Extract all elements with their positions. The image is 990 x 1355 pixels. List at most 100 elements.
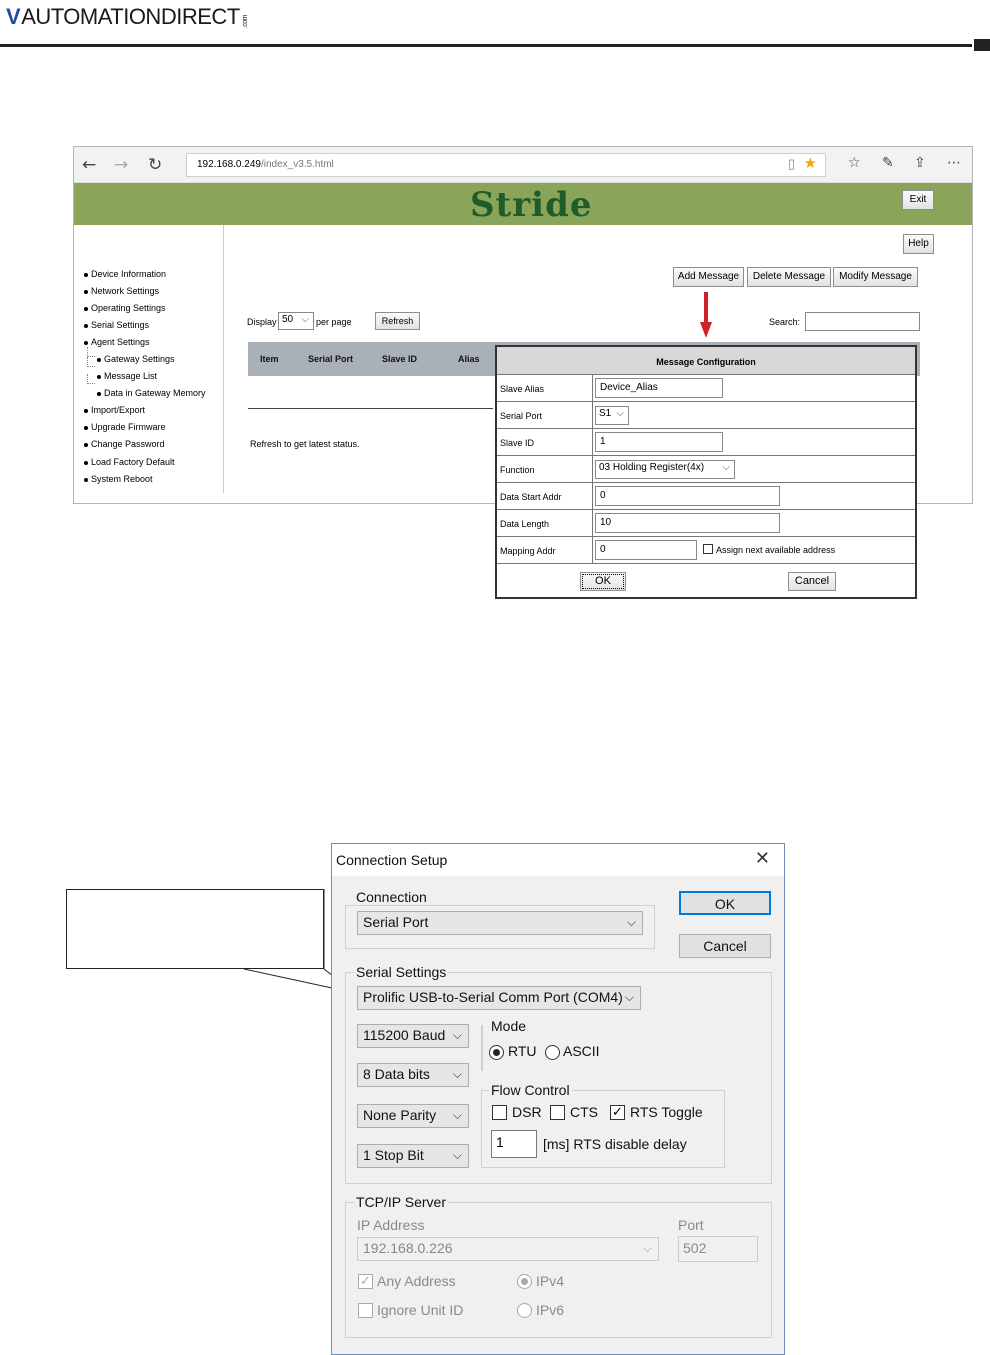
rtu-radio[interactable]	[489, 1045, 504, 1060]
data-length-label: Data Length	[500, 519, 550, 529]
baud-value: 115200 Baud	[363, 1027, 446, 1043]
parity-value: None Parity	[363, 1107, 437, 1123]
data-bits-value: 8 Data bits	[363, 1066, 430, 1082]
more-icon[interactable]: ⋯	[947, 155, 961, 171]
search-label: Search:	[769, 317, 801, 327]
nav-operating-settings[interactable]: Operating Settings	[84, 303, 166, 313]
row-mapping-addr: Mapping Addr 0 Assign next available add…	[497, 537, 915, 564]
favorites-list-icon[interactable]: ☆	[848, 155, 861, 171]
ignore-unit-id-checkbox[interactable]	[358, 1303, 373, 1318]
nav-network-settings[interactable]: Network Settings	[84, 286, 159, 296]
pen-icon[interactable]: ✎	[882, 155, 894, 171]
rts-delay-label: [ms] RTS disable delay	[543, 1136, 687, 1152]
data-start-addr-input[interactable]: 0	[595, 486, 780, 506]
serial-port-select[interactable]: S1 ⌵	[595, 406, 629, 425]
ipv4-radio[interactable]	[517, 1274, 532, 1289]
stride-banner: Stride Exit	[74, 183, 972, 225]
nav-upgrade-firmware[interactable]: Upgrade Firmware	[84, 422, 166, 432]
serial-port-select[interactable]: Prolific USB-to-Serial Comm Port (COM4) ⌵	[357, 986, 641, 1010]
browser-toolbar: ← → ↻ 192.168.0.249/index_v3.5.html ▯ ★ …	[74, 147, 972, 183]
dialog-titlebar: Connection Setup ✕	[332, 844, 784, 876]
nav-device-information[interactable]: Device Information	[84, 269, 166, 279]
mode-group	[481, 1025, 483, 1071]
add-message-button[interactable]: Add Message	[673, 267, 744, 287]
row-slave-id: Slave ID 1	[497, 429, 915, 456]
modify-message-button[interactable]: Modify Message	[833, 267, 918, 287]
rts-delay-input[interactable]: 1	[491, 1130, 537, 1158]
mapping-addr-label: Mapping Addr	[500, 546, 556, 556]
connection-group-label: Connection	[354, 889, 429, 905]
stop-bits-value: 1 Stop Bit	[363, 1147, 424, 1163]
parity-select[interactable]: None Parity ⌵	[357, 1104, 469, 1128]
rts-toggle-label: RTS Toggle	[630, 1104, 703, 1120]
nav-serial-settings[interactable]: Serial Settings	[84, 320, 149, 330]
serial-port-value: Prolific USB-to-Serial Comm Port (COM4)	[363, 989, 623, 1005]
assign-next-label: Assign next available address	[716, 545, 836, 555]
cts-checkbox[interactable]	[550, 1105, 565, 1120]
rts-toggle-checkbox[interactable]: ✓	[610, 1105, 625, 1120]
favorite-star-icon[interactable]: ★	[804, 154, 817, 172]
table-bottom-rule	[248, 408, 493, 409]
ip-address-select[interactable]: 192.168.0.226 ⌵	[357, 1237, 659, 1261]
help-button[interactable]: Help	[903, 234, 934, 254]
nav-system-reboot[interactable]: System Reboot	[84, 474, 153, 484]
nav-data-in-gateway-memory[interactable]: Data in Gateway Memory	[97, 388, 206, 398]
share-icon[interactable]: ⇪	[914, 155, 926, 171]
close-icon[interactable]: ✕	[755, 848, 770, 869]
tcp-ip-group-label: TCP/IP Server	[354, 1194, 448, 1210]
forward-icon[interactable]: →	[114, 155, 128, 175]
exit-button[interactable]: Exit	[902, 190, 934, 210]
data-length-input[interactable]: 10	[595, 513, 780, 533]
col-serial-port[interactable]: Serial Port	[308, 354, 353, 364]
url-host: 192.168.0.249	[197, 159, 261, 170]
ok-button[interactable]: OK	[580, 572, 626, 591]
col-alias[interactable]: Alias	[458, 354, 480, 364]
connection-type-select[interactable]: Serial Port ⌵	[357, 911, 643, 935]
delete-message-button[interactable]: Delete Message	[747, 267, 831, 287]
col-slave-id[interactable]: Slave ID	[382, 354, 417, 364]
row-serial-port: Serial Port S1 ⌵	[497, 402, 915, 429]
nav-import-export[interactable]: Import/Export	[84, 405, 145, 415]
chevron-down-icon: ⌵	[452, 1067, 462, 1081]
address-bar[interactable]: 192.168.0.249/index_v3.5.html ▯ ★	[186, 153, 826, 177]
search-input[interactable]	[805, 312, 920, 331]
mapping-addr-input[interactable]: 0	[595, 540, 697, 560]
refresh-button[interactable]: Refresh	[375, 312, 420, 330]
nav-gateway-settings[interactable]: Gateway Settings	[97, 354, 175, 364]
col-item[interactable]: Item	[260, 354, 279, 364]
chevron-down-icon: ⌵	[624, 990, 634, 1004]
cancel-button[interactable]: Cancel	[788, 572, 836, 591]
function-select[interactable]: 03 Holding Register(4x) ⌵	[595, 460, 735, 479]
reading-view-icon[interactable]: ▯	[788, 156, 795, 172]
sidebar: Device Information Network Settings Oper…	[74, 225, 224, 493]
slave-id-input[interactable]: 1	[595, 432, 723, 452]
slave-alias-input[interactable]: Device_Alias	[595, 378, 723, 398]
assign-next-checkbox[interactable]	[703, 544, 713, 554]
header-rule	[0, 44, 972, 47]
row-function: Function 03 Holding Register(4x) ⌵	[497, 456, 915, 483]
nav-message-list[interactable]: Message List	[97, 371, 157, 381]
chevron-down-icon: ⌵	[722, 462, 730, 473]
nav-load-factory-default[interactable]: Load Factory Default	[84, 457, 175, 467]
data-bits-select[interactable]: 8 Data bits ⌵	[357, 1063, 469, 1087]
ipv6-radio[interactable]	[517, 1303, 532, 1318]
nav-agent-settings[interactable]: Agent Settings	[84, 337, 150, 347]
back-icon[interactable]: ←	[82, 155, 96, 175]
reload-icon[interactable]: ↻	[148, 155, 162, 175]
nav-change-password[interactable]: Change Password	[84, 439, 165, 449]
row-data-start-addr: Data Start Addr 0	[497, 483, 915, 510]
port-input[interactable]: 502	[678, 1236, 758, 1262]
display-count-value: 50	[282, 314, 294, 325]
connection-type-value: Serial Port	[363, 914, 429, 930]
chevron-down-icon: ⌵	[452, 1148, 462, 1162]
stop-bits-select[interactable]: 1 Stop Bit ⌵	[357, 1144, 469, 1168]
cancel-button[interactable]: Cancel	[679, 934, 771, 958]
ignore-unit-id-label: Ignore Unit ID	[377, 1302, 464, 1318]
dsr-checkbox[interactable]	[492, 1105, 507, 1120]
ok-button[interactable]: OK	[679, 891, 771, 915]
display-count-select[interactable]: 50 ⌵	[278, 312, 314, 330]
baud-select[interactable]: 115200 Baud ⌵	[357, 1024, 469, 1048]
ascii-radio[interactable]	[545, 1045, 560, 1060]
any-address-checkbox[interactable]: ✓	[358, 1274, 373, 1289]
ipv6-label: IPv6	[536, 1302, 565, 1318]
